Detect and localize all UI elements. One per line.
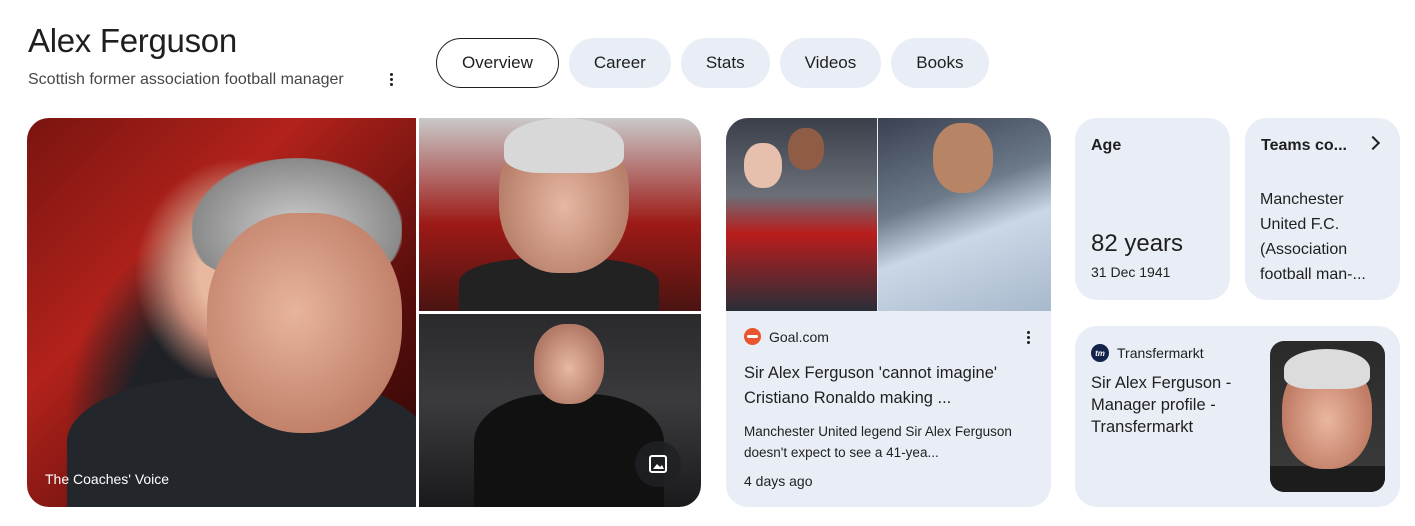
- profile-source-row: tm Transfermarkt: [1091, 344, 1204, 362]
- profile-title[interactable]: Sir Alex Ferguson - Manager profile - Tr…: [1091, 372, 1261, 438]
- tab-career[interactable]: Career: [568, 38, 671, 88]
- page-subtitle: Scottish former association football man…: [28, 71, 344, 88]
- profile-photo-shape: [1284, 349, 1370, 389]
- more-options-icon[interactable]: [384, 68, 398, 90]
- news-source-row: Goal.com: [744, 328, 1033, 345]
- tab-overview[interactable]: Overview: [436, 38, 559, 88]
- news-image-figure: [933, 123, 993, 193]
- transfermarkt-logo-icon: tm: [1091, 344, 1109, 362]
- photo-bottom-right[interactable]: [419, 314, 701, 507]
- news-snippet: Manchester United legend Sir Alex Fergus…: [744, 424, 1012, 460]
- chevron-right-icon: [1365, 135, 1381, 151]
- news-card[interactable]: Goal.com Sir Alex Ferguson 'cannot imagi…: [726, 118, 1051, 507]
- tab-videos[interactable]: Videos: [779, 38, 882, 88]
- teams-card[interactable]: Teams co... Manchester United F.C. (Asso…: [1245, 118, 1400, 300]
- age-card[interactable]: Age 82 years 31 Dec 1941: [1075, 118, 1230, 300]
- news-headline[interactable]: Sir Alex Ferguson 'cannot imagine' Crist…: [744, 361, 1033, 411]
- photo-caption: The Coaches' Voice: [45, 471, 170, 487]
- news-source: Goal.com: [769, 328, 829, 345]
- more-images-button[interactable]: [635, 441, 681, 487]
- page-title: Alex Ferguson: [28, 22, 237, 59]
- tab-bar: Overview Career Stats Videos Books: [436, 38, 989, 88]
- profile-photo-shape: [1270, 466, 1385, 492]
- image-icon: [649, 455, 667, 473]
- profile-source: Transfermarkt: [1117, 345, 1204, 361]
- photo-face-shape: [207, 213, 402, 433]
- news-image-right: [878, 118, 1051, 311]
- age-label: Age: [1091, 137, 1122, 154]
- photo-top-right[interactable]: [419, 118, 701, 311]
- news-image-figure: [744, 143, 782, 188]
- news-more-icon[interactable]: [1023, 328, 1033, 346]
- tab-stats[interactable]: Stats: [680, 38, 770, 88]
- photo-body-shape: [474, 394, 664, 507]
- age-value: 82 years: [1091, 230, 1184, 257]
- profile-card[interactable]: tm Transfermarkt Sir Alex Ferguson - Man…: [1075, 326, 1400, 507]
- profile-photo: [1270, 341, 1385, 492]
- teams-value: Manchester United F.C. (Association foot…: [1260, 191, 1366, 283]
- news-image-figure: [788, 128, 824, 170]
- birth-date: 31 Dec 1941: [1091, 264, 1171, 280]
- main-photo[interactable]: The Coaches' Voice: [27, 118, 416, 507]
- photo-hair-shape: [504, 118, 624, 173]
- teams-label: Teams co...: [1261, 137, 1347, 154]
- tab-books[interactable]: Books: [891, 38, 989, 88]
- news-body: Goal.com Sir Alex Ferguson 'cannot imagi…: [744, 328, 1033, 489]
- photo-head-shape: [534, 324, 604, 404]
- goal-logo-icon: [744, 328, 761, 345]
- news-image-left: [726, 118, 877, 311]
- news-time: 4 days ago: [744, 473, 813, 489]
